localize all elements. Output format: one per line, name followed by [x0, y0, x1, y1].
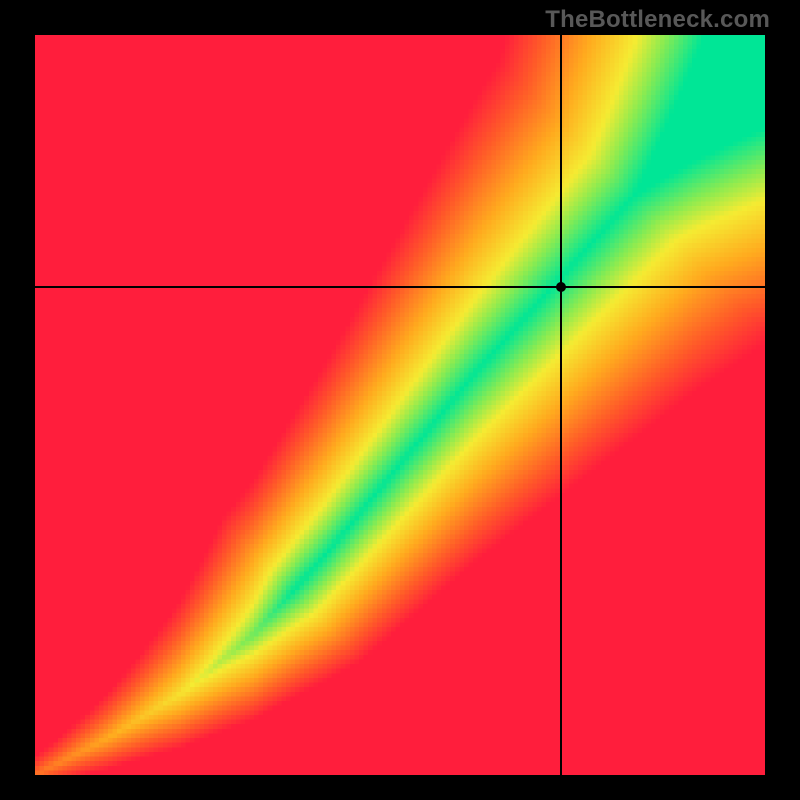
watermark-text: TheBottleneck.com — [545, 6, 770, 34]
chart-frame: TheBottleneck.com — [0, 0, 800, 800]
bottleneck-heatmap — [35, 35, 765, 775]
